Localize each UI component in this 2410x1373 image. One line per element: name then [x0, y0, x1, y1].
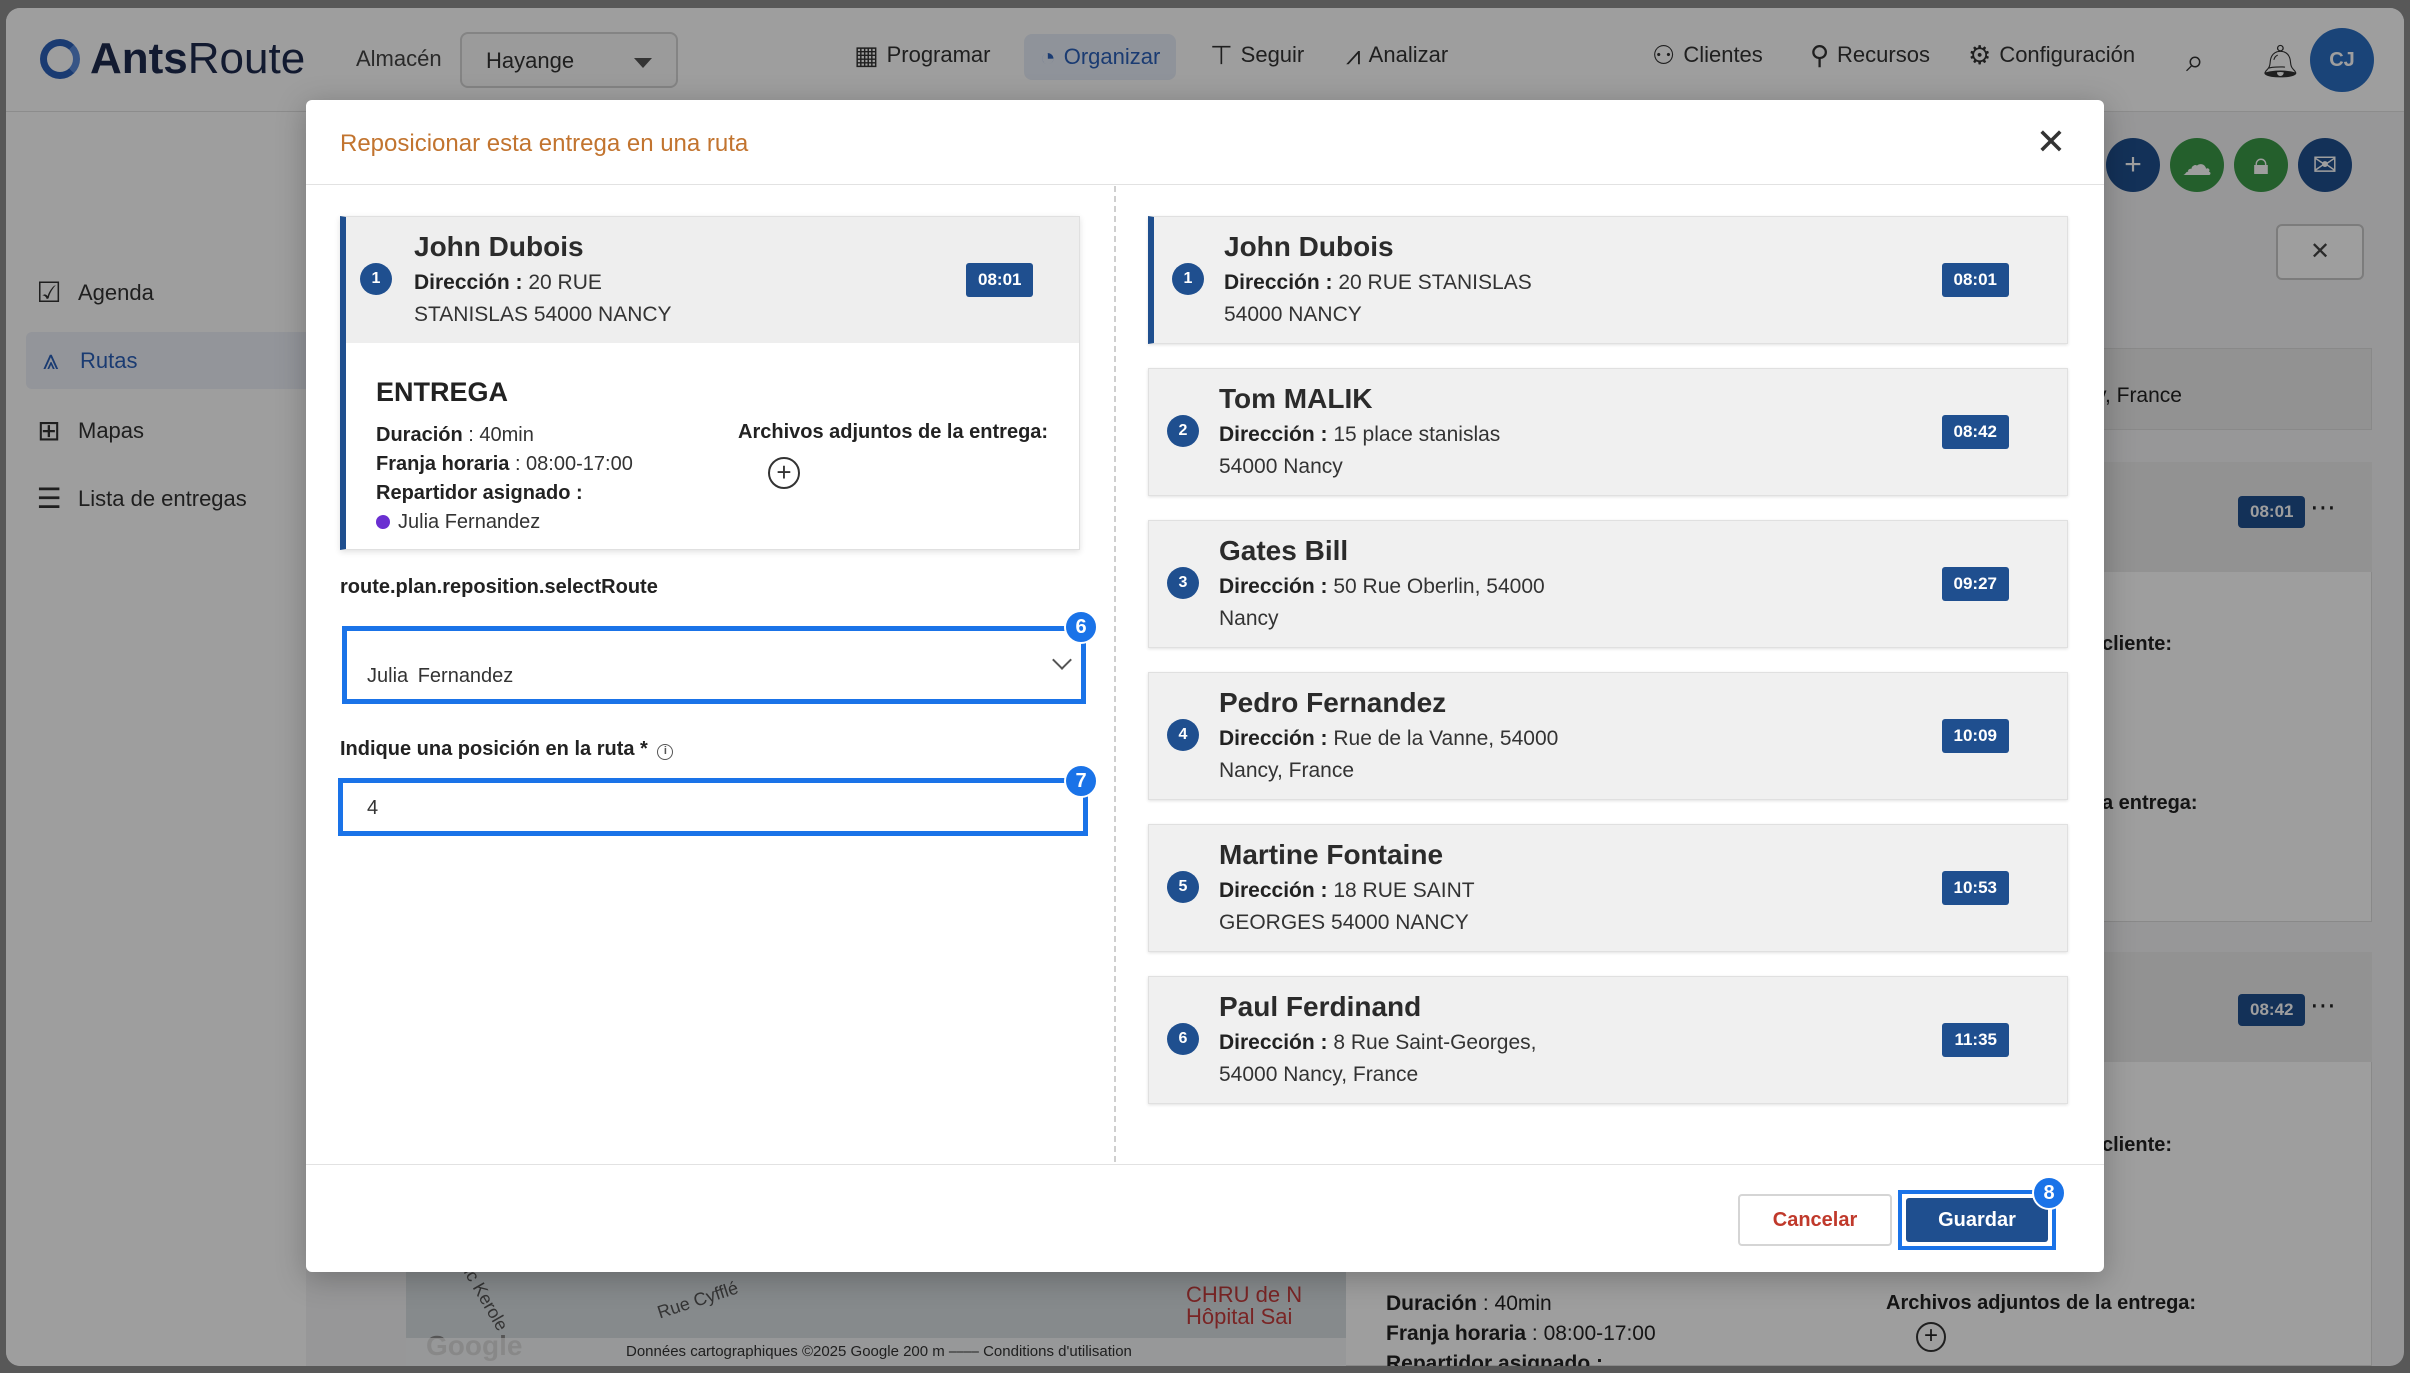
address-line1: 8 Rue Saint-Georges, [1327, 1031, 1537, 1054]
position-label-text: Indique una posición en la ruta * [340, 738, 648, 760]
address-label: Dirección : [1219, 423, 1328, 446]
select-route-label: route.plan.reposition.selectRoute [340, 576, 658, 598]
position-input[interactable]: 4 [338, 778, 1088, 836]
delivery-detail-card: 1 John Dubois Dirección : 20 RUE STANISL… [340, 216, 1080, 550]
time-badge: 08:01 [1941, 263, 2009, 297]
delivery-address: Dirección : 20 RUE STANISLAS 54000 NANCY [414, 267, 672, 331]
address-line2: Nancy, France [1219, 759, 1354, 782]
franja-value: : 08:00-17:00 [509, 453, 633, 475]
divider [1114, 186, 1116, 1162]
time-badge: 08:42 [1941, 415, 2009, 449]
address-line1: 50 Rue Oberlin, 54000 [1327, 575, 1545, 598]
driver-color-dot [376, 515, 390, 529]
stop-name: Paul Ferdinand [1219, 991, 1422, 1022]
delivery-info: Duración : 40min Franja horaria : 08:00-… [376, 421, 633, 537]
position-label: Indique una posición en la ruta * i [340, 738, 674, 761]
route-select[interactable]: Julia Fernandez [342, 626, 1086, 704]
stop-address: Dirección : 8 Rue Saint-Georges, 54000 Na… [1219, 1027, 1639, 1091]
info-icon[interactable]: i [657, 744, 674, 760]
route-stop-card[interactable]: 2 Tom MALIK Dirección : 15 place stanisl… [1148, 368, 2068, 496]
address-label: Dirección : [1219, 575, 1328, 598]
stop-number: 6 [1167, 1023, 1199, 1055]
address-line2: STANISLAS 54000 NANCY [414, 303, 672, 326]
save-button[interactable]: Guardar [1906, 1198, 2048, 1242]
time-badge: 08:01 [966, 263, 1034, 297]
address-line1: 15 place stanislas [1327, 423, 1501, 446]
address-label: Dirección : [414, 271, 523, 294]
stop-address: Dirección : 15 place stanislas 54000 Nanc… [1219, 419, 1639, 483]
divider [306, 1164, 2104, 1165]
stop-number: 2 [1167, 415, 1199, 447]
duracion-value: : 40min [462, 424, 534, 446]
address-label: Dirección : [1219, 1031, 1328, 1054]
stop-number: 5 [1167, 871, 1199, 903]
step-badge: 7 [1064, 764, 1098, 798]
repartidor-label: Repartidor asignado : [376, 482, 583, 504]
franja-label: Franja horaria [376, 453, 510, 475]
time-badge: 10:09 [1941, 719, 2009, 753]
route-stop-card[interactable]: 6 Paul Ferdinand Dirección : 8 Rue Saint… [1148, 976, 2068, 1104]
modal-title: Reposicionar esta entrega en una ruta [340, 130, 749, 157]
stop-name: Tom MALIK [1219, 383, 1373, 414]
address-line2: GEORGES 54000 NANCY [1219, 911, 1469, 934]
reposition-modal: Reposicionar esta entrega en una ruta ✕ … [306, 100, 2104, 1272]
add-attachment-icon[interactable]: + [768, 457, 800, 489]
stop-name: Gates Bill [1219, 535, 1349, 566]
repartidor-value: Julia Fernandez [398, 511, 541, 533]
stop-address: Dirección : 18 RUE SAINT GEORGES 54000 NA… [1219, 875, 1639, 939]
route-select-value: Julia Fernandez [367, 665, 514, 687]
address-label: Dirección : [1219, 879, 1328, 902]
address-line2: 54000 Nancy [1219, 455, 1343, 478]
address-line1: 18 RUE SAINT [1327, 879, 1475, 902]
address-line1: 20 RUE [522, 271, 602, 294]
step-badge: 8 [2032, 1176, 2066, 1210]
stop-name: Pedro Fernandez [1219, 687, 1447, 718]
address-line2: 54000 Nancy, France [1219, 1063, 1419, 1086]
route-stop-card[interactable]: 1 John Dubois Dirección : 20 RUE STANISL… [1148, 216, 2068, 344]
stop-number: 4 [1167, 719, 1199, 751]
time-badge: 09:27 [1941, 567, 2009, 601]
stop-number: 3 [1167, 567, 1199, 599]
stop-address: Dirección : 50 Rue Oberlin, 54000 Nancy [1219, 571, 1639, 635]
route-stop-card[interactable]: 4 Pedro Fernandez Dirección : Rue de la … [1148, 672, 2068, 800]
time-badge: 10:53 [1941, 871, 2009, 905]
stop-name: Martine Fontaine [1219, 839, 1444, 870]
stop-name: John Dubois [1224, 231, 1394, 262]
duracion-label: Duración [376, 424, 463, 446]
delivery-name: John Dubois [414, 231, 584, 262]
section-title: ENTREGA [376, 377, 509, 407]
cancel-button[interactable]: Cancelar [1738, 1194, 1892, 1246]
address-line2: Nancy [1219, 607, 1279, 630]
stop-address: Dirección : 20 RUE STANISLAS 54000 NANCY [1224, 267, 1644, 331]
close-icon[interactable]: ✕ [2036, 124, 2066, 160]
delivery-detail-header: 1 John Dubois Dirección : 20 RUE STANISL… [346, 217, 1079, 343]
route-stop-card[interactable]: 5 Martine Fontaine Dirección : 18 RUE SA… [1148, 824, 2068, 952]
address-label: Dirección : [1219, 727, 1328, 750]
address-label: Dirección : [1224, 271, 1333, 294]
chevron-down-icon [1052, 650, 1072, 670]
stop-number: 1 [1172, 263, 1204, 295]
address-line1: Rue de la Vanne, 54000 [1327, 727, 1559, 750]
stop-address: Dirección : Rue de la Vanne, 54000 Nancy,… [1219, 723, 1639, 787]
address-line2: 54000 NANCY [1224, 303, 1362, 326]
attachments-label: Archivos adjuntos de la entrega: [738, 421, 1049, 443]
address-line1: 20 RUE STANISLAS [1332, 271, 1532, 294]
time-badge: 11:35 [1942, 1023, 2009, 1057]
stop-number: 1 [360, 263, 392, 295]
step-badge: 6 [1064, 610, 1098, 644]
route-stop-card[interactable]: 3 Gates Bill Dirección : 50 Rue Oberlin,… [1148, 520, 2068, 648]
divider [306, 184, 2104, 185]
